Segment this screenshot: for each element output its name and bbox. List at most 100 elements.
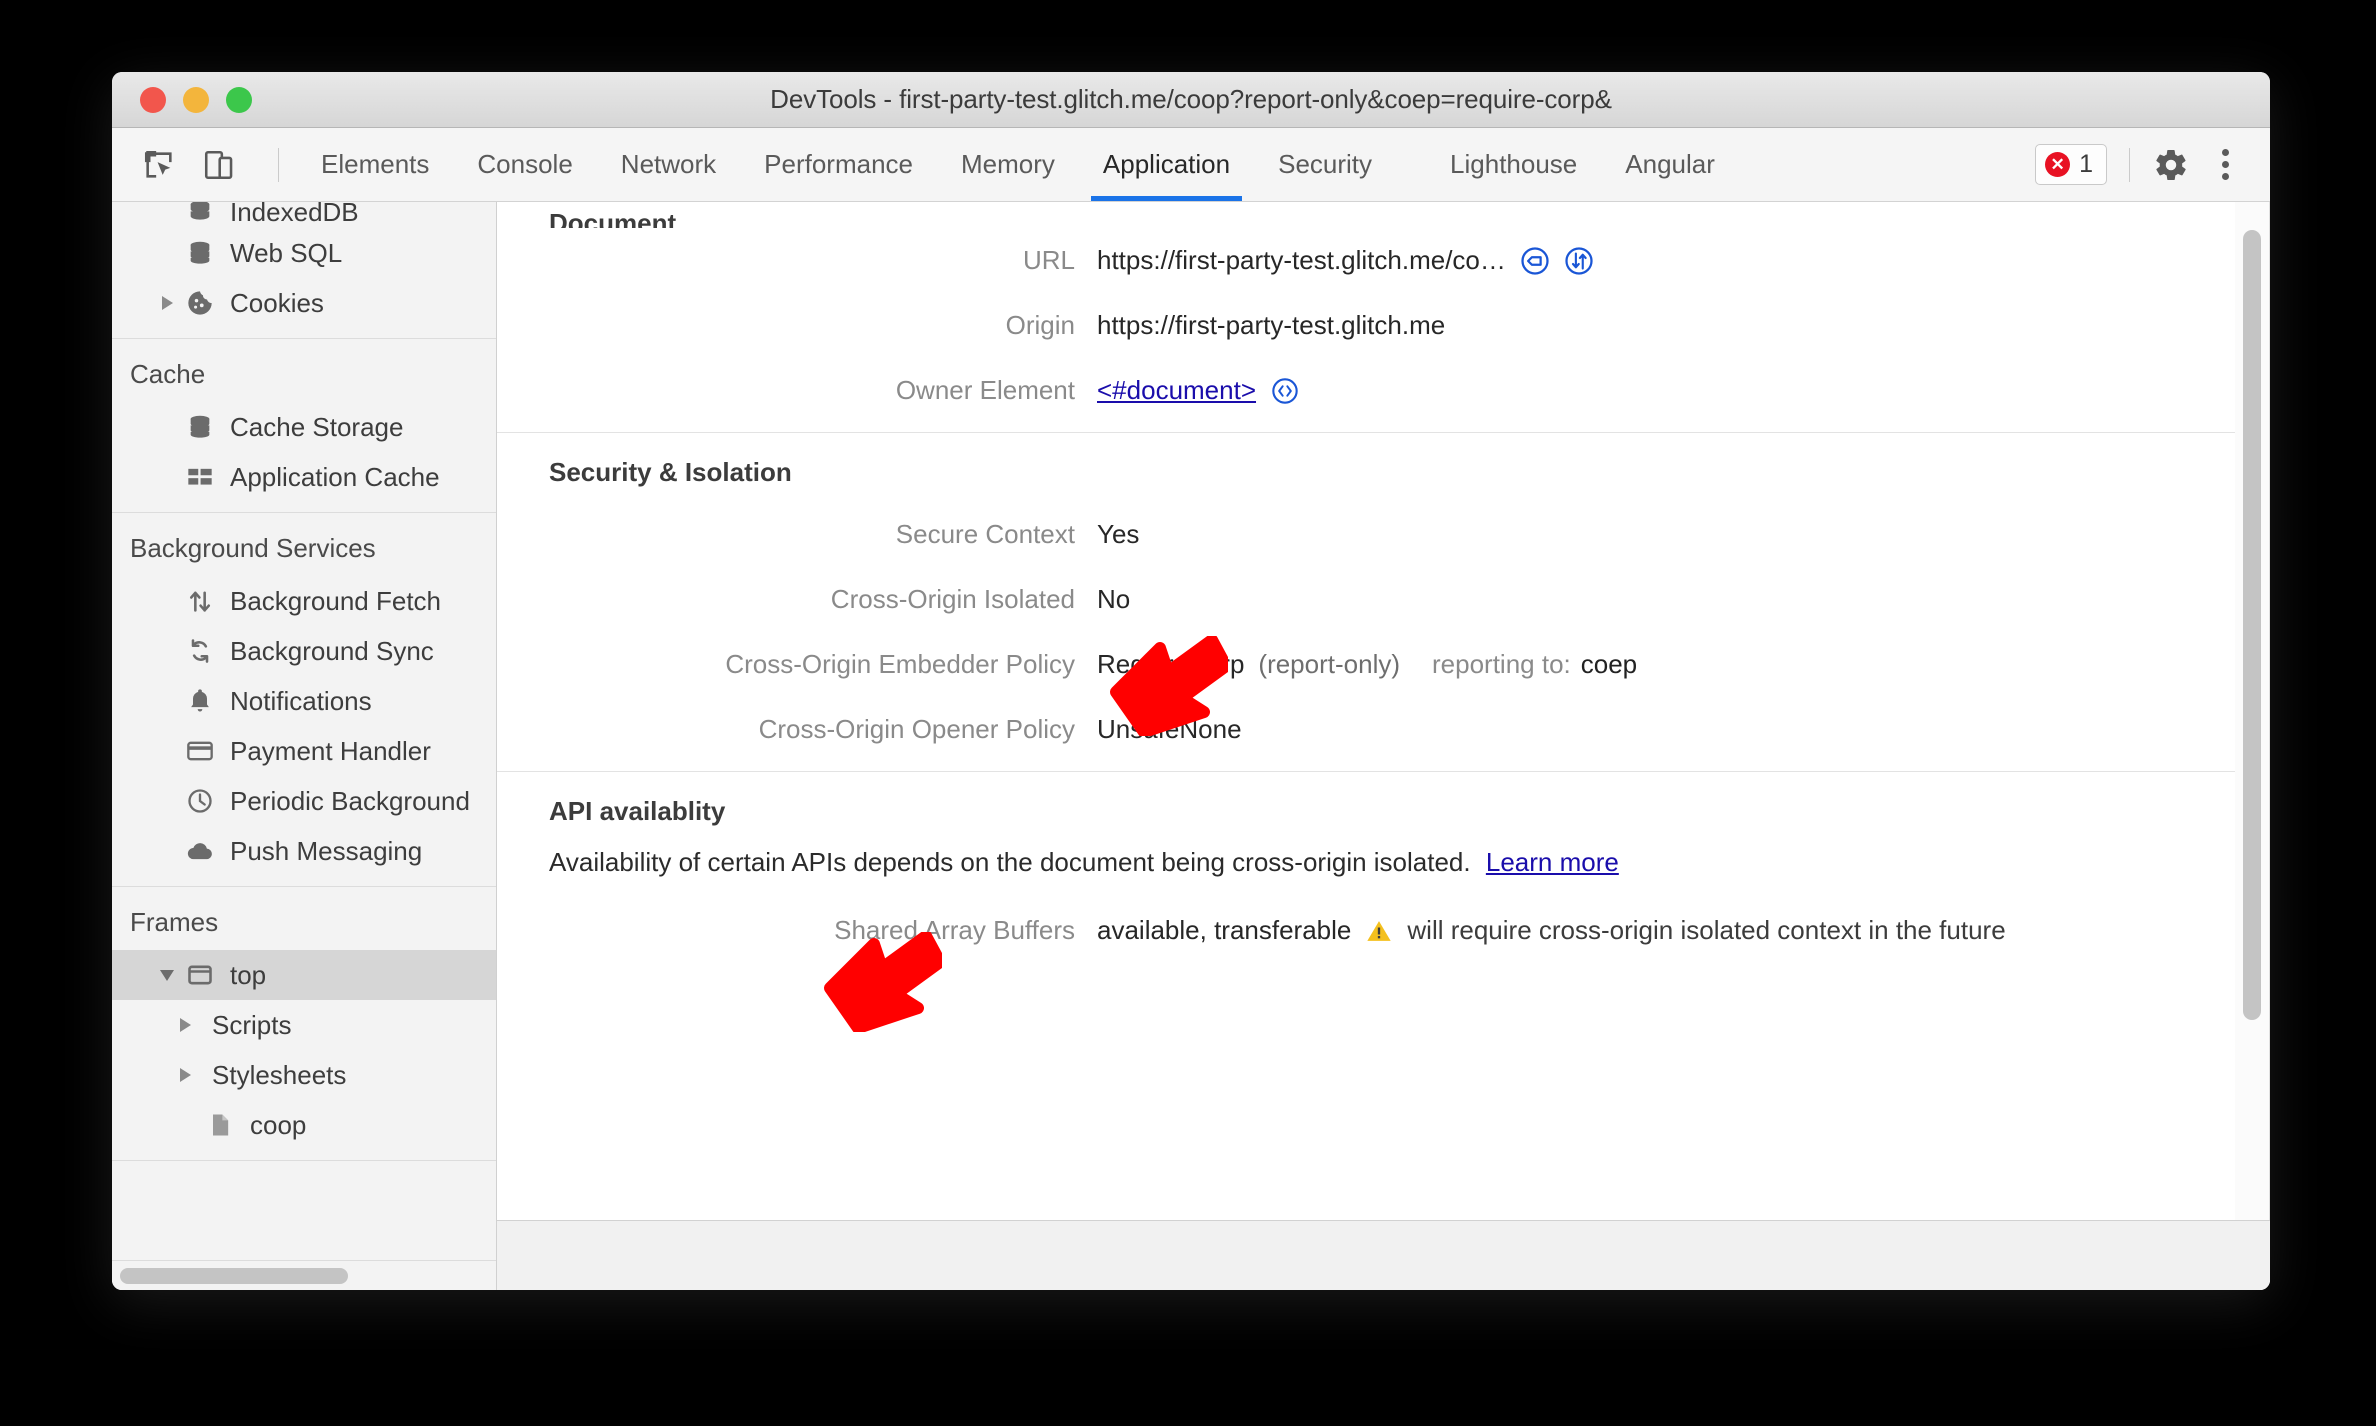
main-vertical-scrollbar[interactable] bbox=[2235, 202, 2269, 1220]
open-in-network-icon[interactable] bbox=[1564, 246, 1594, 276]
shared-array-buffers-value: available, transferable bbox=[1097, 915, 1352, 945]
chevron-right-icon[interactable] bbox=[156, 292, 178, 314]
sidebar-item-web-sql[interactable]: Web SQL bbox=[112, 228, 496, 278]
sidebar-item-label: Application Cache bbox=[230, 461, 440, 492]
window-title: DevTools - first-party-test.glitch.me/co… bbox=[770, 84, 1612, 114]
sidebar-item-label: Payment Handler bbox=[230, 735, 431, 766]
tab-angular[interactable]: Angular bbox=[1601, 128, 1739, 201]
sidebar-group-cache: Cache Cache Storage Application Cache bbox=[112, 339, 496, 513]
sidebar-item-scripts[interactable]: Scripts bbox=[112, 1000, 496, 1050]
tab-memory[interactable]: Memory bbox=[937, 128, 1079, 201]
frame-details-scroll: Document URL https://first-party-test.gl… bbox=[497, 202, 2270, 1220]
tab-performance[interactable]: Performance bbox=[740, 128, 937, 201]
row-value-group: UnsafeNone bbox=[1097, 714, 1242, 745]
toolbar-right-controls: ✕ 1 bbox=[2035, 143, 2270, 187]
sidebar-group-background-services: Background Services Background Fetch Bac… bbox=[112, 513, 496, 887]
sidebar-item-background-sync[interactable]: Background Sync bbox=[112, 626, 496, 676]
sidebar-item-stylesheets[interactable]: Stylesheets bbox=[112, 1050, 496, 1100]
sidebar-item-label: Cookies bbox=[230, 287, 324, 318]
reveal-in-elements-icon[interactable] bbox=[1270, 376, 1300, 406]
grid-icon bbox=[184, 461, 216, 493]
row-cross-origin-isolated: Cross-Origin Isolated No bbox=[497, 567, 2269, 632]
url-value: https://first-party-test.glitch.me/co… bbox=[1097, 245, 1506, 275]
device-toolbar-icon[interactable] bbox=[196, 142, 242, 188]
owner-element-link[interactable]: <#document> bbox=[1097, 375, 1256, 406]
minimize-button[interactable] bbox=[183, 86, 209, 113]
chevron-right-icon[interactable] bbox=[174, 1014, 196, 1036]
database-icon bbox=[184, 202, 216, 228]
row-owner-element: Owner Element <#document> bbox=[497, 358, 2269, 432]
tab-application[interactable]: Application bbox=[1079, 128, 1254, 201]
sidebar-scroll-content: IndexedDB Web SQL Cookies Cache Cache St… bbox=[112, 202, 496, 1260]
cookie-icon bbox=[184, 287, 216, 319]
sidebar-item-notifications[interactable]: Notifications bbox=[112, 676, 496, 726]
close-button[interactable] bbox=[140, 86, 166, 113]
sidebar-item-background-fetch[interactable]: Background Fetch bbox=[112, 576, 496, 626]
document-section: Document URL https://first-party-test.gl… bbox=[497, 202, 2269, 433]
tab-network[interactable]: Network bbox=[597, 128, 740, 201]
chevron-right-icon[interactable] bbox=[174, 1064, 196, 1086]
row-label: Secure Context bbox=[895, 519, 1075, 549]
tab-label: Console bbox=[477, 149, 573, 179]
sidebar-item-coop-file[interactable]: coop bbox=[112, 1100, 496, 1150]
sidebar-item-top-frame[interactable]: top bbox=[112, 950, 496, 1000]
database-icon bbox=[184, 411, 216, 443]
devtools-toolbar: Elements Console Network Performance Mem… bbox=[112, 128, 2270, 202]
sidebar-item-cookies[interactable]: Cookies bbox=[112, 278, 496, 328]
zoom-button[interactable] bbox=[226, 86, 252, 113]
security-section-title: Security & Isolation bbox=[549, 457, 792, 487]
learn-more-link[interactable]: Learn more bbox=[1486, 847, 1619, 877]
sidebar-item-indexeddb[interactable]: IndexedDB bbox=[112, 202, 496, 228]
row-url: URL https://first-party-test.glitch.me/c… bbox=[497, 228, 2269, 293]
sidebar-horizontal-scrollbar[interactable] bbox=[112, 1260, 496, 1290]
api-availability-section: API availablity Availability of certain … bbox=[497, 772, 2269, 963]
row-label: Owner Element bbox=[895, 375, 1075, 405]
sidebar-group-frames: Frames top Scripts Stylesheets coop bbox=[112, 887, 496, 1161]
open-in-elements-icon[interactable] bbox=[1520, 246, 1550, 276]
row-value-group: <#document> bbox=[1097, 375, 1300, 406]
sidebar-item-label: Push Messaging bbox=[230, 835, 423, 866]
sidebar-item-push-messaging[interactable]: Push Messaging bbox=[112, 826, 496, 876]
panel-tabs: Elements Console Network Performance Mem… bbox=[297, 128, 1739, 201]
credit-card-icon bbox=[184, 735, 216, 767]
tab-console[interactable]: Console bbox=[453, 128, 596, 201]
main-scroll-thumb[interactable] bbox=[2243, 230, 2261, 1020]
row-secure-context: Secure Context Yes bbox=[497, 502, 2269, 567]
row-coop: Cross-Origin Opener Policy UnsafeNone bbox=[497, 697, 2269, 771]
sidebar-item-periodic-background[interactable]: Periodic Background bbox=[112, 776, 496, 826]
secure-context-value: Yes bbox=[1097, 519, 1140, 549]
window-controls bbox=[140, 86, 252, 113]
sidebar-item-payment-handler[interactable]: Payment Handler bbox=[112, 726, 496, 776]
tab-lighthouse[interactable]: Lighthouse bbox=[1426, 128, 1601, 201]
sidebar-item-cache-storage[interactable]: Cache Storage bbox=[112, 402, 496, 452]
sidebar-item-label: Background Sync bbox=[230, 635, 434, 666]
document-section-title: Document bbox=[549, 208, 677, 228]
row-label: Cross-Origin Embedder Policy bbox=[725, 649, 1075, 679]
sidebar-scroll-thumb[interactable] bbox=[120, 1267, 349, 1284]
row-origin: Origin https://first-party-test.glitch.m… bbox=[497, 293, 2269, 358]
tab-security[interactable]: Security bbox=[1254, 128, 1396, 201]
gear-icon[interactable] bbox=[2152, 146, 2190, 184]
row-label: Cross-Origin Opener Policy bbox=[758, 714, 1075, 744]
kebab-menu-icon[interactable] bbox=[2206, 143, 2244, 187]
tab-elements[interactable]: Elements bbox=[297, 128, 453, 201]
coep-reporting-to-label: reporting to: bbox=[1432, 649, 1571, 679]
tab-label: Memory bbox=[961, 149, 1055, 179]
coop-value: UnsafeNone bbox=[1097, 714, 1242, 744]
sidebar-item-label: Periodic Background bbox=[230, 785, 470, 816]
error-count-badge[interactable]: ✕ 1 bbox=[2035, 144, 2107, 185]
sidebar-item-application-cache[interactable]: Application Cache bbox=[112, 452, 496, 502]
clock-icon bbox=[184, 785, 216, 817]
toolbar-left-icons bbox=[112, 142, 297, 188]
panel-footer bbox=[497, 1220, 2270, 1290]
coep-value: RequireCorp bbox=[1097, 649, 1245, 679]
screenshot-root: DevTools - first-party-test.glitch.me/co… bbox=[0, 0, 2376, 1426]
inspect-element-icon[interactable] bbox=[136, 142, 182, 188]
chevron-down-icon[interactable] bbox=[156, 964, 178, 986]
